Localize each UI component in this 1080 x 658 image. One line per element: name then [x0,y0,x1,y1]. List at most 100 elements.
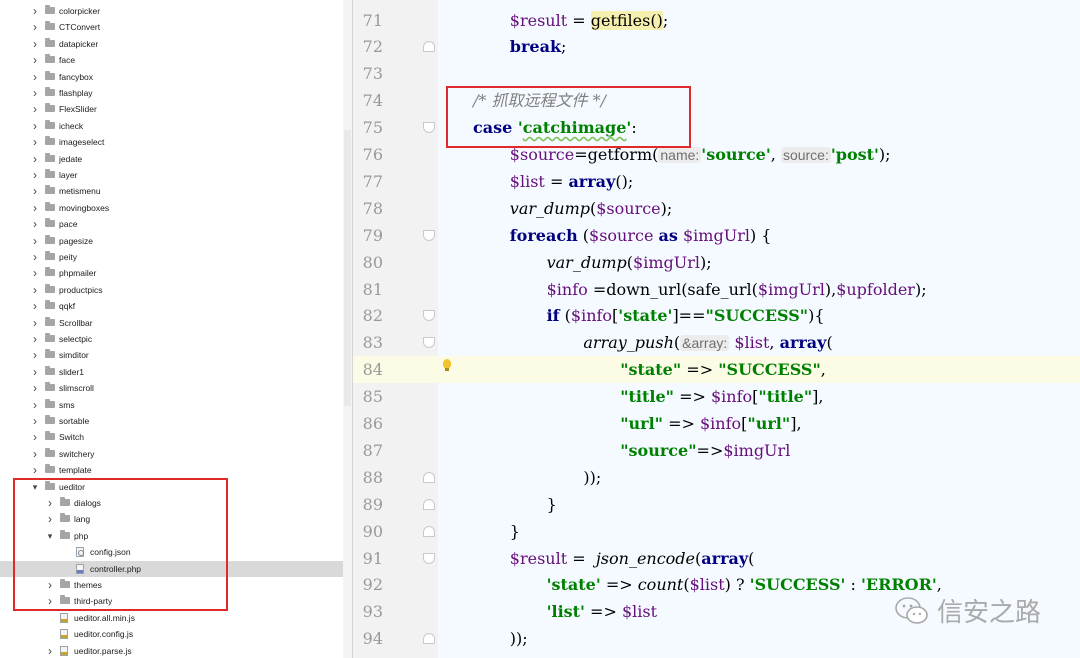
chevron-right-icon[interactable]: › [31,183,39,199]
chevron-right-icon[interactable]: › [46,643,54,658]
tree-item-movingboxes[interactable]: › movingboxes [0,200,343,216]
code-line[interactable] [353,7,1080,34]
tree-item-ueditor-parse-js[interactable]: › ueditor.parse.js [0,643,343,658]
fold-close-icon[interactable] [423,41,435,53]
line-number[interactable]: 82 [353,302,383,329]
line-number[interactable]: 84 [353,356,383,383]
tree-item-pagesize[interactable]: › pagesize [0,233,343,249]
fold-close-icon[interactable] [423,471,435,483]
code-line[interactable] [353,168,1080,195]
line-number[interactable]: 71 [353,7,383,34]
chevron-right-icon[interactable]: › [31,282,39,298]
chevron-right-icon[interactable]: › [31,298,39,314]
tree-scrollbar-thumb[interactable] [344,130,351,406]
chevron-right-icon[interactable]: › [31,347,39,363]
code-line[interactable] [353,464,1080,491]
line-number[interactable]: 75 [353,114,383,141]
line-number[interactable]: 76 [353,141,383,168]
chevron-right-icon[interactable]: › [31,118,39,134]
line-number[interactable]: 74 [353,87,383,114]
code-line[interactable] [353,33,1080,60]
tree-item-switchery[interactable]: › switchery [0,446,343,462]
line-number[interactable]: 83 [353,329,383,356]
tree-item-peity[interactable]: › peity [0,249,343,265]
line-number[interactable]: 72 [353,33,383,60]
tree-item-sortable[interactable]: › sortable [0,413,343,429]
chevron-right-icon[interactable]: › [31,36,39,52]
chevron-right-icon[interactable]: › [31,265,39,281]
tree-item-slimscroll[interactable]: › slimscroll [0,380,343,396]
tree-scrollbar[interactable] [343,0,352,658]
chevron-right-icon[interactable]: › [31,167,39,183]
tree-item-flexslider[interactable]: › FlexSlider [0,101,343,117]
tree-item-template[interactable]: › template [0,462,343,478]
line-number[interactable]: 87 [353,437,383,464]
line-number[interactable]: 92 [353,571,383,598]
line-number[interactable]: 79 [353,222,383,249]
code-line[interactable] [353,518,1080,545]
tree-item-ueditor-config-js[interactable]: ueditor.config.js [0,626,343,642]
chevron-right-icon[interactable]: › [31,413,39,429]
line-number[interactable]: 78 [353,195,383,222]
tree-item-switch[interactable]: › Switch [0,429,343,445]
tree-item-ctconvert[interactable]: › CTConvert [0,19,343,35]
tree-item-simditor[interactable]: › simditor [0,347,343,363]
fold-close-icon[interactable] [423,498,435,510]
tree-item-colorpicker[interactable]: › colorpicker [0,3,343,19]
chevron-right-icon[interactable]: › [31,200,39,216]
chevron-right-icon[interactable]: › [31,446,39,462]
line-number[interactable]: 91 [353,545,383,572]
line-number[interactable]: 93 [353,598,383,625]
tree-item-icheck[interactable]: › icheck [0,118,343,134]
line-number[interactable]: 85 [353,383,383,410]
chevron-right-icon[interactable]: › [31,69,39,85]
lightbulb-icon[interactable] [443,359,451,371]
tree-item-layer[interactable]: › layer [0,167,343,183]
chevron-right-icon[interactable]: › [31,462,39,478]
chevron-right-icon[interactable]: › [31,216,39,232]
tree-item-scrollbar[interactable]: › Scrollbar [0,315,343,331]
line-number[interactable]: 73 [353,60,383,87]
fold-open-icon[interactable] [423,552,435,564]
code-line[interactable] [353,249,1080,276]
chevron-right-icon[interactable]: › [31,380,39,396]
code-line[interactable] [353,195,1080,222]
tree-item-jedate[interactable]: › jedate [0,151,343,167]
chevron-right-icon[interactable]: › [31,151,39,167]
line-number[interactable]: 89 [353,491,383,518]
chevron-right-icon[interactable]: › [31,3,39,19]
chevron-right-icon[interactable]: › [31,52,39,68]
tree-item-flashplay[interactable]: › flashplay [0,85,343,101]
tree-item-imageselect[interactable]: › imageselect [0,134,343,150]
code-line[interactable] [353,491,1080,518]
line-number[interactable]: 80 [353,249,383,276]
chevron-right-icon[interactable]: › [31,85,39,101]
tree-item-ueditor-all-min-js[interactable]: ueditor.all.min.js [0,610,343,626]
tree-item-metismenu[interactable]: › metismenu [0,183,343,199]
chevron-right-icon[interactable]: › [31,429,39,445]
line-number[interactable]: 94 [353,625,383,652]
tree-item-slider1[interactable]: › slider1 [0,364,343,380]
chevron-right-icon[interactable]: › [31,364,39,380]
tree-item-qqkf[interactable]: › qqkf [0,298,343,314]
chevron-right-icon[interactable]: › [31,331,39,347]
fold-open-icon[interactable] [423,229,435,241]
chevron-right-icon[interactable]: › [31,315,39,331]
chevron-right-icon[interactable]: › [31,249,39,265]
line-number[interactable]: 86 [353,410,383,437]
tree-item-sms[interactable]: › sms [0,397,343,413]
tree-item-productpics[interactable]: › productpics [0,282,343,298]
line-number[interactable]: 90 [353,518,383,545]
code-line[interactable] [353,60,1080,87]
fold-close-icon[interactable] [423,633,435,645]
line-number[interactable]: 77 [353,168,383,195]
tree-item-pace[interactable]: › pace [0,216,343,232]
line-number[interactable]: 88 [353,464,383,491]
tree-item-datapicker[interactable]: › datapicker [0,36,343,52]
chevron-right-icon[interactable]: › [31,19,39,35]
tree-item-fancybox[interactable]: › fancybox [0,69,343,85]
fold-close-icon[interactable] [423,525,435,537]
chevron-right-icon[interactable]: › [31,134,39,150]
chevron-right-icon[interactable]: › [31,397,39,413]
tree-item-face[interactable]: › face [0,52,343,68]
